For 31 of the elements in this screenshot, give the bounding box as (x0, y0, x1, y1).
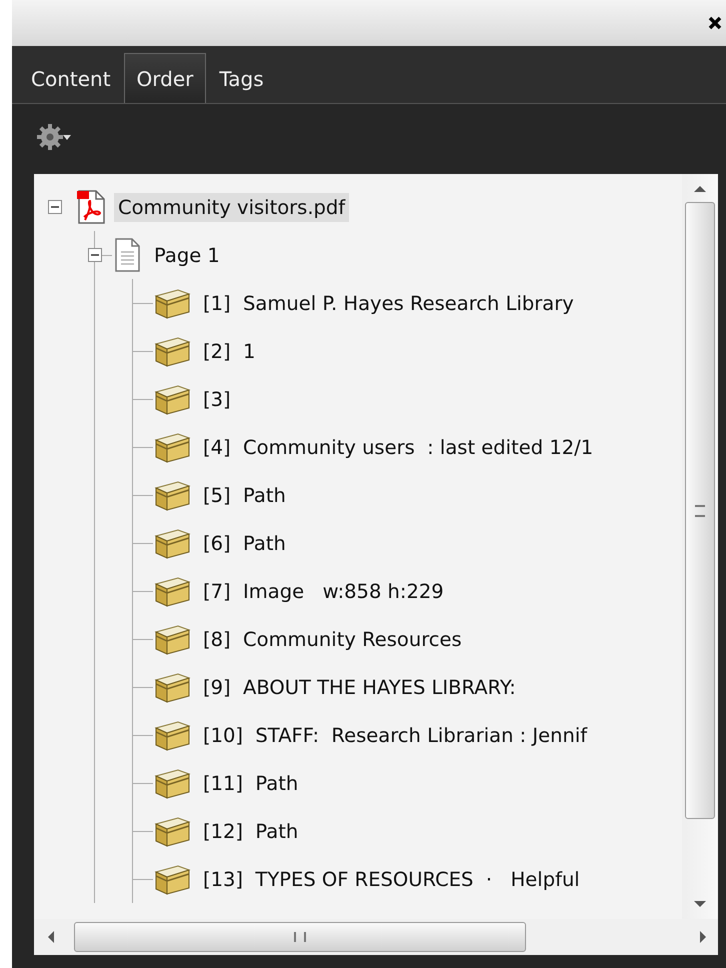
scroll-left-icon[interactable] (46, 930, 56, 944)
grip-icon (294, 932, 306, 942)
scroll-right-icon[interactable] (698, 930, 708, 944)
scroll-up-icon[interactable] (693, 184, 707, 194)
vertical-scrollbar[interactable] (682, 174, 718, 919)
pdf-file-icon (76, 190, 106, 224)
collapse-toggle-icon[interactable] (48, 200, 62, 214)
scroll-down-icon[interactable] (693, 899, 707, 909)
close-icon[interactable] (708, 16, 722, 30)
tree-item[interactable]: [4] Community users : last edited 12/1 (199, 432, 598, 462)
tab[interactable]: Order (124, 53, 206, 103)
tree-item[interactable]: [6] Path (199, 528, 290, 558)
grip-icon (695, 504, 705, 516)
tree-item[interactable]: [7] Image w:858 h:229 (199, 576, 448, 606)
tree-item[interactable]: [12] Path (199, 816, 302, 846)
tab[interactable]: Content (18, 53, 124, 103)
tab[interactable]: Tags (206, 53, 277, 103)
scroll-thumb[interactable] (685, 202, 715, 819)
tree-item[interactable]: [11] Path (199, 768, 302, 798)
tree-item[interactable]: [8] Community Resources (199, 624, 466, 654)
tree-item[interactable]: Page 1 (150, 240, 224, 270)
tree-item[interactable]: Community visitors.pdf (114, 192, 350, 222)
tree-item[interactable]: [13] TYPES OF RESOURCES · Helpful (199, 864, 584, 894)
tree-item[interactable]: [5] Path (199, 480, 290, 510)
collapse-toggle-icon[interactable] (88, 248, 102, 262)
scroll-thumb[interactable] (74, 922, 526, 952)
tree-item[interactable]: [1] Samuel P. Hayes Research Library (199, 288, 578, 318)
tree-item[interactable]: [2] 1 (199, 336, 260, 366)
tree-item[interactable]: [9] ABOUT THE HAYES LIBRARY: (199, 672, 520, 702)
tree-item[interactable]: [10] STAFF: Research Librarian : Jennif (199, 720, 592, 750)
tree-item[interactable]: [3] (199, 384, 235, 414)
